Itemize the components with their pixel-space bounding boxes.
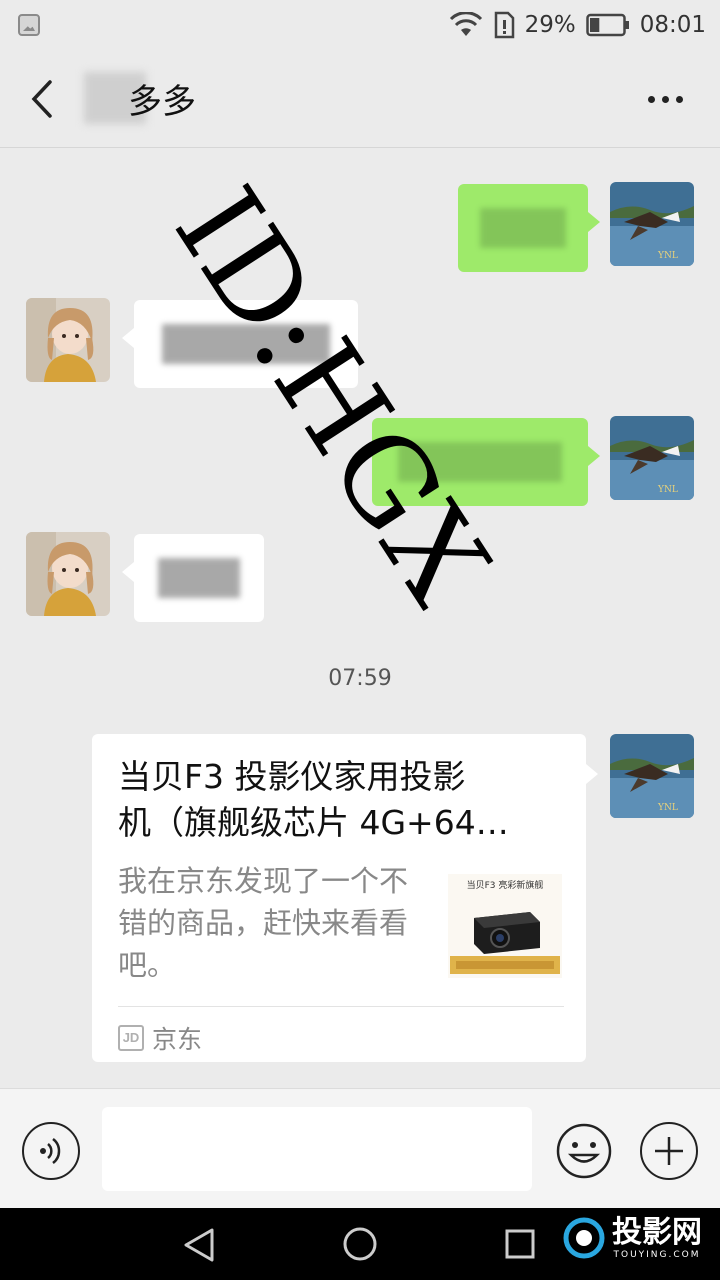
message-timestamp: 07:59 — [328, 666, 392, 691]
link-card-divider — [118, 1006, 564, 1007]
bubble-tail — [586, 764, 598, 784]
bubble-tail — [122, 562, 134, 582]
battery-icon — [585, 13, 630, 37]
message-bubble-incoming[interactable] — [122, 534, 264, 622]
projector-product-image — [450, 912, 560, 974]
emoji-icon — [556, 1123, 612, 1179]
nav-recent-icon — [505, 1229, 535, 1259]
play-logo-icon — [563, 1217, 605, 1259]
girl-avatar-image — [26, 298, 110, 382]
chat-input-bar — [0, 1088, 720, 1208]
svg-text:YNL: YNL — [657, 251, 678, 261]
avatar-contact[interactable] — [26, 298, 110, 382]
redacted-message-blur — [480, 208, 566, 248]
message-bubble-outgoing[interactable] — [372, 418, 600, 506]
message-bubble-incoming[interactable] — [122, 300, 358, 388]
bubble-tail — [588, 446, 600, 466]
nav-back-button[interactable] — [182, 1226, 218, 1268]
back-arrow-icon — [31, 80, 52, 118]
more-functions-button[interactable] — [640, 1122, 698, 1180]
chat-title: 多多 — [90, 74, 196, 123]
emoji-button[interactable] — [555, 1122, 613, 1180]
battery-percent: 29% — [524, 12, 576, 38]
link-card-description: 我在京东发现了一个不错的商品，赶快来看看吧。 — [118, 864, 409, 982]
avatar-self[interactable]: YNL — [610, 734, 694, 818]
wifi-icon — [449, 12, 483, 38]
status-bar: 29% 08:01 — [0, 0, 720, 50]
clock: 08:01 — [639, 12, 706, 38]
nav-recent-apps-button[interactable] — [504, 1228, 536, 1264]
eagle-avatar-image: YNL — [610, 182, 694, 266]
link-card-title-line: 机（旗舰级芯片 4G+64… — [118, 803, 509, 842]
jd-logo-icon: JD — [118, 1025, 144, 1051]
redacted-message-blur — [158, 558, 240, 598]
redacted-message-blur — [398, 442, 562, 482]
more-icon-dot — [675, 95, 683, 103]
redacted-message-blur — [162, 324, 330, 364]
voice-input-button[interactable] — [22, 1122, 80, 1180]
link-card-title-line: 当贝F3 投影仪家用投影 — [118, 757, 466, 796]
more-icon-dot — [661, 95, 669, 103]
chat-header: 多多 — [0, 50, 720, 148]
avatar-self[interactable]: YNL — [610, 416, 694, 500]
avatar-self[interactable]: YNL — [610, 182, 694, 266]
message-bubble-outgoing[interactable] — [458, 184, 600, 272]
link-card-title: 当贝F3 投影仪家用投影 机（旗舰级芯片 4G+64… — [118, 754, 568, 846]
site-watermark-subtext: TOUYING.COM — [613, 1250, 701, 1260]
more-button[interactable] — [640, 84, 690, 114]
image-notification-icon — [18, 14, 40, 36]
bubble-tail — [122, 328, 134, 348]
more-icon — [647, 95, 655, 103]
shared-link-card[interactable]: 当贝F3 投影仪家用投影 机（旗舰级芯片 4G+64… 我在京东发现了一个不错的… — [92, 734, 598, 1062]
link-card-source: JD 京东 — [118, 1020, 202, 1056]
eagle-avatar-image: YNL — [610, 734, 694, 818]
avatar-contact[interactable] — [26, 532, 110, 616]
nav-home-icon — [343, 1227, 377, 1261]
nav-back-icon — [184, 1228, 214, 1262]
status-indicators: 29% 08:01 — [449, 8, 706, 42]
nav-home-button[interactable] — [342, 1226, 378, 1266]
site-watermark-logo: 投影网 TOUYING.COM — [562, 1216, 702, 1260]
system-nav-bar: 投影网 TOUYING.COM — [0, 1208, 720, 1280]
link-card-thumbnail: 当贝F3 亮彩新旗舰 — [448, 874, 562, 978]
girl-avatar-image — [26, 532, 110, 616]
bubble-tail — [588, 212, 600, 232]
plus-icon — [655, 1137, 683, 1165]
voice-icon — [40, 1138, 61, 1164]
message-text-input[interactable] — [102, 1107, 532, 1191]
link-card-source-label: 京东 — [152, 1025, 203, 1054]
chat-title-text: 多多 — [128, 82, 196, 122]
svg-text:YNL: YNL — [657, 485, 678, 495]
sim-alert-icon — [493, 11, 515, 39]
svg-text:YNL: YNL — [657, 803, 678, 813]
site-watermark-text: 投影网 — [612, 1215, 702, 1250]
eagle-avatar-image: YNL — [610, 416, 694, 500]
back-button[interactable] — [22, 72, 66, 126]
